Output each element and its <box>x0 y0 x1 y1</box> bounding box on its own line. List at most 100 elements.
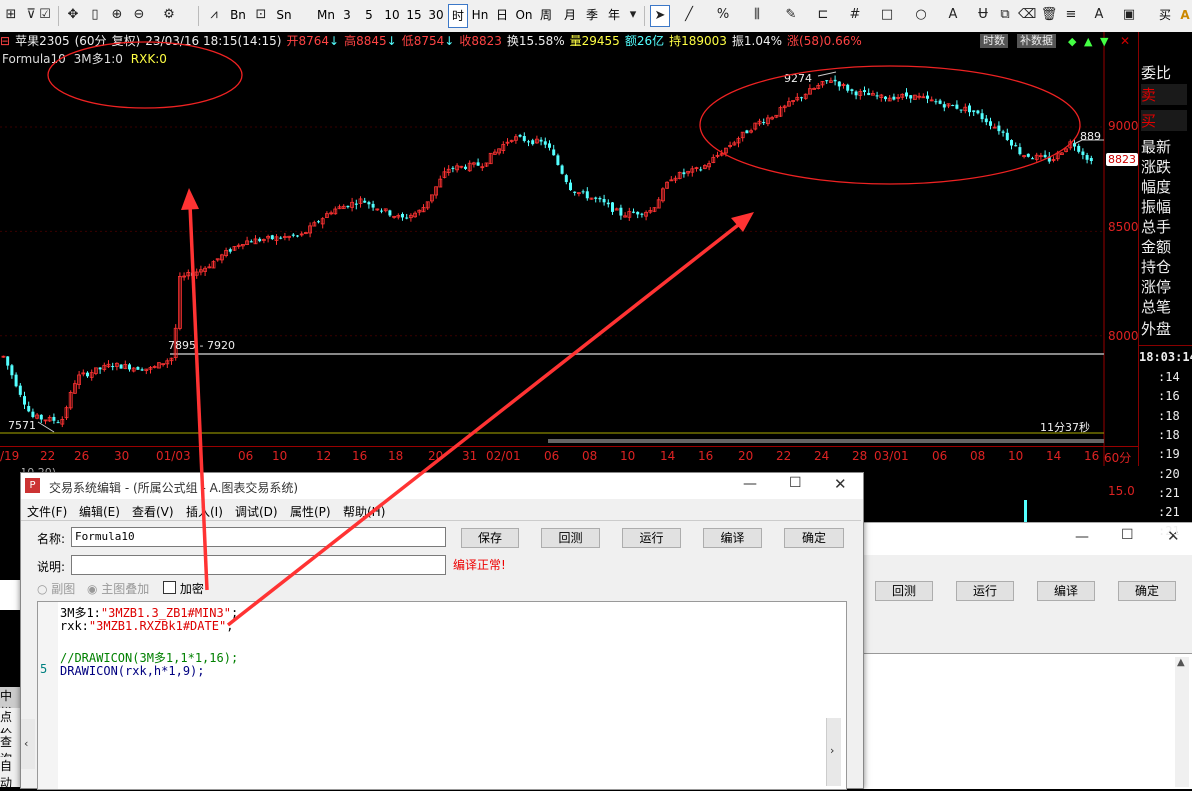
period-day[interactable]: 日 <box>494 4 510 26</box>
move-icon[interactable]: ✥ <box>64 5 82 25</box>
save-button[interactable]: 保存 <box>461 528 519 548</box>
code-punct: ; <box>226 619 234 633</box>
ok-button[interactable]: 确定 <box>784 528 844 548</box>
candle-down <box>606 202 610 205</box>
period-hn[interactable]: Hn <box>470 4 490 26</box>
up-triangle-icon[interactable]: ▲ <box>1084 35 1092 48</box>
period-5[interactable]: 5 <box>362 4 376 26</box>
compile-button[interactable]: 编译 <box>1037 581 1095 601</box>
radio-main-overlay[interactable]: ◉ 主图叠加 <box>87 580 149 597</box>
period-30[interactable]: 30 <box>426 4 446 26</box>
period-month[interactable]: 月 <box>562 4 578 26</box>
period-quarter[interactable]: 季 <box>584 4 600 26</box>
magnet-icon[interactable]: Ʉ <box>974 5 992 25</box>
save-icon[interactable]: ▣ <box>1120 5 1138 25</box>
timeshare-button[interactable]: 时数 <box>980 34 1008 48</box>
minimize-icon[interactable]: — <box>743 476 757 492</box>
font-color-icon[interactable]: A <box>1090 5 1108 25</box>
period-on[interactable]: On <box>514 4 534 26</box>
backtest-button[interactable]: 回测 <box>875 581 933 601</box>
run-button[interactable]: 运行 <box>956 581 1014 601</box>
gear-icon[interactable]: ⚙ <box>160 5 178 25</box>
minimize-icon[interactable]: — <box>1075 529 1089 545</box>
trash-icon[interactable]: 🗑 <box>1040 5 1058 25</box>
period-hour[interactable]: 时 <box>448 4 468 28</box>
circle-icon[interactable]: ○ <box>912 5 930 25</box>
copy-icon[interactable]: ⧉ <box>996 5 1014 25</box>
bracket-icon[interactable]: ⊏ <box>814 5 832 25</box>
scroll-right-icon[interactable]: › <box>830 744 834 757</box>
period-3[interactable]: 3 <box>340 4 354 26</box>
scrollbar[interactable]: ▲ <box>1175 657 1189 787</box>
background-editor-area[interactable] <box>863 653 1192 789</box>
hide-icon[interactable]: ≡ <box>1062 5 1080 25</box>
period-15[interactable]: 15 <box>404 4 424 26</box>
scroll-up-icon[interactable]: ▲ <box>1177 657 1185 668</box>
period-sn[interactable]: Sn <box>274 4 294 26</box>
left-strip-item-3[interactable]: 自动 <box>0 757 22 790</box>
collapse-icon[interactable]: ⊟ <box>0 33 10 49</box>
formula-name-input[interactable]: Formula10 <box>71 527 446 547</box>
maximize-icon[interactable]: ☐ <box>1121 527 1134 543</box>
menu-properties[interactable]: 属性(P) <box>290 503 331 520</box>
editor-scrollbar[interactable]: › <box>826 718 841 786</box>
stock-amount: 额26亿 <box>624 34 665 48</box>
line-tool-icon[interactable]: ╱ <box>680 5 698 25</box>
menu-file[interactable]: 文件(F) <box>27 503 67 520</box>
left-scroll[interactable]: ‹ <box>21 719 35 769</box>
menu-edit[interactable]: 编辑(E) <box>79 503 120 520</box>
code-line-2[interactable]: rxk:"3MZB1.RXZBk1#DATE"; <box>60 619 233 633</box>
menu-insert[interactable]: 插入(I) <box>186 503 223 520</box>
period-bn[interactable]: Bn <box>228 4 248 26</box>
close-chart-icon[interactable]: ✕ <box>1120 34 1130 48</box>
percent-icon[interactable]: % <box>714 5 732 25</box>
menu-debug[interactable]: 调试(D) <box>235 503 278 520</box>
period-year[interactable]: 年 <box>606 4 622 26</box>
rectangle-icon[interactable]: □ <box>878 5 896 25</box>
code-editor[interactable]: 5 3M多1:"3MZB1.3_ZB1#MIN3"; rxk:"3MZB1.RX… <box>37 601 847 790</box>
compile-button[interactable]: 编译 <box>703 528 762 548</box>
period-10[interactable]: 10 <box>382 4 402 26</box>
supplement-data-button[interactable]: 补数据 <box>1017 34 1056 48</box>
text-tool-icon[interactable]: A <box>944 5 962 25</box>
candle-down <box>926 95 929 99</box>
diamond-icon[interactable]: ◆ <box>1068 35 1076 48</box>
checkbox-icon[interactable]: ☑ <box>36 5 54 25</box>
bars-icon[interactable]: ⫼ <box>748 5 766 25</box>
backtest-button[interactable]: 回测 <box>541 528 600 548</box>
pen-icon[interactable]: ✎ <box>782 5 800 25</box>
candle-down <box>39 414 43 420</box>
menu-view[interactable]: 查看(V) <box>132 503 174 520</box>
encrypt-checkbox[interactable]: 加密 <box>163 580 204 597</box>
candle-down <box>136 366 140 370</box>
menu-help[interactable]: 帮助(H) <box>343 503 385 520</box>
maximize-icon[interactable]: ☐ <box>789 475 802 491</box>
radio-sub-chart[interactable]: ○ 副图 <box>37 580 75 597</box>
kline-svg <box>0 32 1105 466</box>
erase-icon[interactable]: ⌫ <box>1018 5 1036 25</box>
period-week[interactable]: 周 <box>538 4 554 26</box>
ok-button[interactable]: 确定 <box>1118 581 1176 601</box>
chevron-down-icon[interactable]: ▾ <box>624 5 642 25</box>
description-input[interactable] <box>71 555 446 575</box>
grid-icon[interactable]: ⊞ <box>2 5 20 25</box>
scroll-left-icon[interactable]: ‹ <box>24 737 28 750</box>
run-button[interactable]: 运行 <box>622 528 681 548</box>
hash-icon[interactable]: # <box>846 5 864 25</box>
zoom-in-icon[interactable]: ⊕ <box>108 5 126 25</box>
chart-icon[interactable]: ⊡ <box>252 5 270 25</box>
checkbox-box[interactable] <box>163 581 176 594</box>
candle-down <box>56 422 60 424</box>
candle-down <box>388 210 392 216</box>
close-icon[interactable]: ✕ <box>834 475 847 493</box>
cursor-icon[interactable]: ➤ <box>650 5 670 27</box>
code-line-5[interactable]: DRAWICON(rxk,h*1,9); <box>60 664 205 678</box>
buy-button[interactable]: 买 <box>1156 4 1174 26</box>
candle-icon[interactable]: ▯ <box>86 5 104 25</box>
trend-icon[interactable]: ⩘ <box>205 5 223 25</box>
zoom-out-icon[interactable]: ⊖ <box>130 5 148 25</box>
period-mn[interactable]: Mn <box>316 4 336 26</box>
down-triangle-icon[interactable]: ▼ <box>1100 35 1108 48</box>
background-editor-window: — ☐ ✕ 回测 运行 编译 确定 ▲ <box>862 522 1192 789</box>
kline-chart[interactable] <box>0 32 1138 466</box>
